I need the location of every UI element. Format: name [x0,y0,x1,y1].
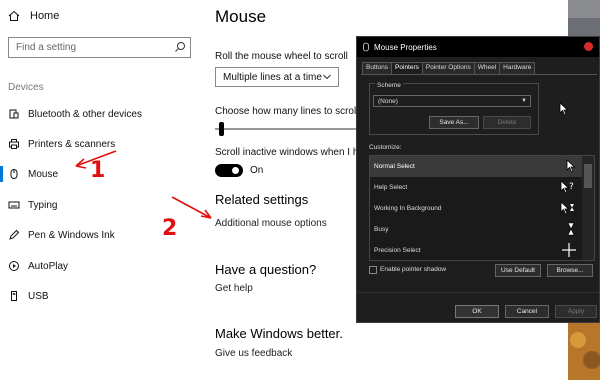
arrow-to-link [171,196,212,219]
annotation-step-1: 1 [90,158,106,183]
annotation-step-2: 2 [162,216,178,241]
annotation-arrows [75,150,212,219]
